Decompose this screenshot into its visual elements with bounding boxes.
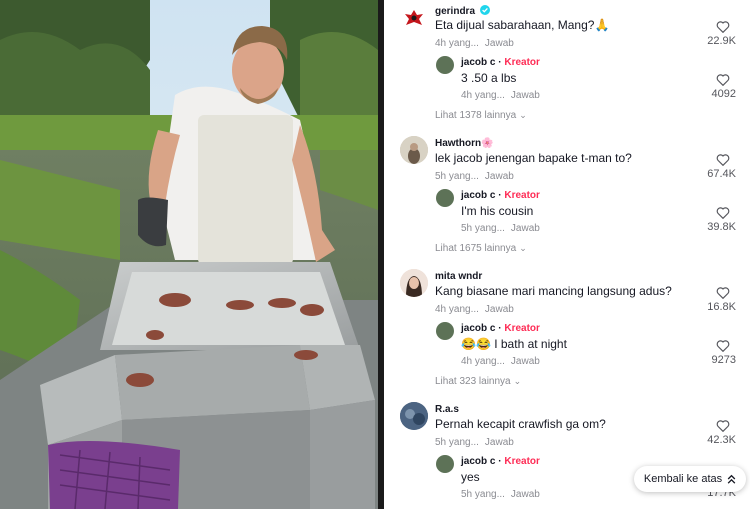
comment-meta: 5h yang... Jawab	[435, 437, 514, 448]
like-button[interactable]: 67.4K	[696, 153, 736, 180]
reply-meta: 4h yang... Jawab	[461, 356, 540, 367]
comment-list[interactable]: gerindra Eta dijual sabarahaan, Mang?🙏 4…	[384, 0, 750, 509]
chevron-down-icon: ⌄	[519, 243, 527, 253]
view-more-replies[interactable]: Lihat 1378 lainnya ⌄	[435, 110, 527, 121]
like-count: 16.8K	[707, 301, 736, 313]
comment-username[interactable]: R.a.s	[435, 404, 459, 415]
reply-text: I'm his cousin	[461, 204, 534, 218]
like-count: 9273	[711, 354, 736, 366]
avatar[interactable]	[400, 402, 428, 430]
heart-outline-icon	[716, 420, 730, 432]
like-button[interactable]: 39.8K	[696, 206, 736, 233]
avatar[interactable]	[436, 455, 454, 473]
avatar[interactable]	[436, 189, 454, 207]
reply-button[interactable]: Jawab	[511, 223, 540, 234]
reply-username[interactable]: jacob c · Kreator	[461, 456, 540, 467]
reply-meta: 4h yang... Jawab	[461, 90, 540, 101]
back-to-top-button[interactable]: Kembali ke atas	[634, 466, 746, 492]
comment-text: Pernah kecapit crawfish ga om?	[435, 417, 606, 431]
comment-text: lek jacob jenengan bapake t-man to?	[435, 151, 632, 165]
reply-text: 😂😂 I bath at night	[461, 337, 567, 351]
like-button[interactable]: 42.3K	[696, 419, 736, 446]
double-chevron-up-icon	[727, 474, 736, 484]
like-button[interactable]: 22.9K	[696, 20, 736, 47]
comment-meta: 5h yang... Jawab	[435, 171, 514, 182]
avatar[interactable]	[400, 5, 428, 33]
reply-button[interactable]: Jawab	[511, 90, 540, 101]
comment-text: Eta dijual sabarahaan, Mang?🙏	[435, 18, 610, 32]
reply-button[interactable]: Jawab	[485, 437, 514, 448]
reply-button[interactable]: Jawab	[485, 38, 514, 49]
video-player[interactable]	[0, 0, 378, 509]
reply-button[interactable]: Jawab	[511, 356, 540, 367]
avatar-image	[400, 402, 428, 430]
creator-badge: Kreator	[504, 456, 540, 467]
reply-button[interactable]: Jawab	[485, 171, 514, 182]
creator-badge: Kreator	[504, 323, 540, 334]
avatar-image	[400, 136, 428, 164]
like-count: 42.3K	[707, 434, 736, 446]
heart-outline-icon	[716, 340, 730, 352]
chevron-down-icon: ⌄	[513, 376, 522, 386]
verified-badge-icon	[479, 5, 490, 15]
reply-username[interactable]: jacob c · Kreator	[461, 323, 540, 334]
creator-badge: Kreator	[504, 190, 540, 201]
reply-meta: 5h yang... Jawab	[461, 223, 540, 234]
like-count: 22.9K	[707, 35, 736, 47]
chevron-down-icon: ⌄	[519, 110, 527, 120]
reply-username[interactable]: jacob c · Kreator	[461, 190, 540, 201]
heart-outline-icon	[716, 287, 730, 299]
like-count: 4092	[711, 88, 736, 100]
reply-button[interactable]: Jawab	[511, 489, 540, 500]
avatar[interactable]	[436, 322, 454, 340]
like-button[interactable]: 9273	[696, 339, 736, 366]
comment-text: Kang biasane mari mancing langsung adus?	[435, 284, 672, 298]
like-count: 67.4K	[707, 168, 736, 180]
comment-time: 4h yang...	[435, 38, 479, 49]
garuda-logo-icon	[401, 6, 427, 32]
heart-outline-icon	[716, 74, 730, 86]
reply-text: 3 .50 a lbs	[461, 71, 517, 85]
reply-meta: 5h yang... Jawab	[461, 489, 540, 500]
reply-button[interactable]: Jawab	[485, 304, 514, 315]
like-button[interactable]: 16.8K	[696, 286, 736, 313]
heart-outline-icon	[716, 207, 730, 219]
comment-username[interactable]: gerindra	[435, 5, 490, 17]
reply-username[interactable]: jacob c · Kreator	[461, 57, 540, 68]
comment-username[interactable]: Hawthorn🌸	[435, 138, 494, 149]
comment-meta: 4h yang... Jawab	[435, 304, 514, 315]
avatar[interactable]	[400, 136, 428, 164]
heart-outline-icon	[716, 21, 730, 33]
view-more-replies[interactable]: Lihat 323 lainnya ⌄	[435, 376, 521, 387]
like-count: 39.8K	[707, 221, 736, 233]
heart-outline-icon	[716, 154, 730, 166]
reply-text: yes	[461, 470, 480, 484]
comment-meta: 4h yang... Jawab	[435, 38, 514, 49]
avatar[interactable]	[436, 56, 454, 74]
view-more-replies[interactable]: Lihat 1675 lainnya ⌄	[435, 243, 527, 254]
avatar-image	[400, 269, 428, 297]
creator-badge: Kreator	[504, 57, 540, 68]
like-button[interactable]: 4092	[696, 73, 736, 100]
video-frame-image	[0, 0, 378, 509]
avatar[interactable]	[400, 269, 428, 297]
comment-username[interactable]: mita wndr	[435, 271, 482, 282]
